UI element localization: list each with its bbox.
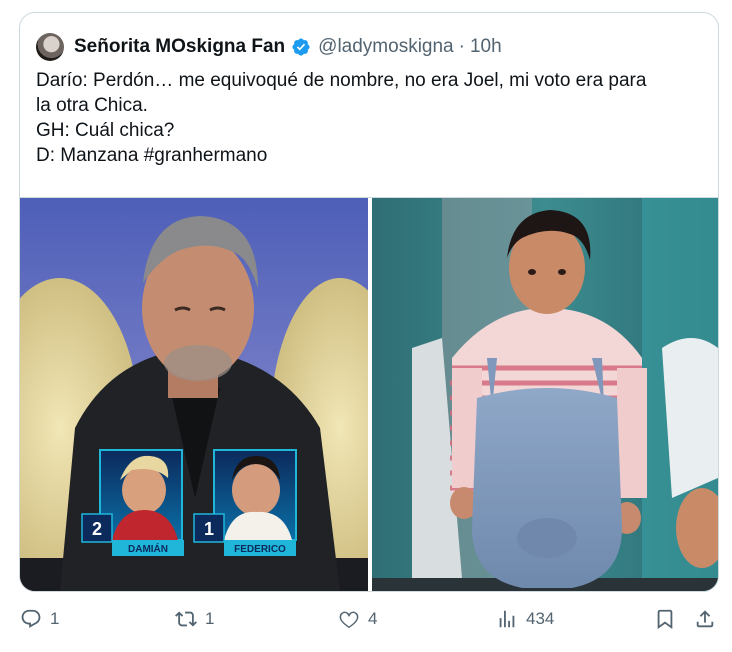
author-handle[interactable]: @ladymoskigna <box>318 36 453 58</box>
media-photo-left[interactable]: 2 DAMIÁN 1 FEDERICO <box>20 198 368 591</box>
like-count: 4 <box>368 609 378 628</box>
nominee-votes: 2 <box>92 519 102 539</box>
like-button[interactable]: 4 <box>338 606 377 632</box>
tweet-text-line: GH: Cuál chica? <box>36 120 175 141</box>
nominee-name: DAMIÁN <box>128 542 168 555</box>
tweet-text-line: D: Manzana #granhermano <box>36 145 268 166</box>
tweet-text: Darío: Perdón… me equivoqué de nombre, n… <box>36 68 706 168</box>
tweet-text-line: la otra Chica. <box>36 95 148 116</box>
share-button[interactable] <box>694 606 724 632</box>
reply-count: 1 <box>50 609 60 628</box>
media-photo-right[interactable] <box>372 198 718 591</box>
tweet-time[interactable]: 10h <box>470 36 502 58</box>
bookmark-button[interactable] <box>654 606 684 632</box>
tweet-media: 2 DAMIÁN 1 FEDERICO <box>20 197 718 591</box>
repost-icon <box>175 611 197 627</box>
repost-button[interactable]: 1 <box>175 606 214 632</box>
nominee-votes: 1 <box>204 519 214 539</box>
author-avatar[interactable] <box>36 33 64 61</box>
views-count: 434 <box>526 609 555 628</box>
tweet-card[interactable]: Señorita MOskigna Fan @ladymoskigna · 10… <box>19 12 719 592</box>
reply-icon <box>21 609 41 628</box>
tweet-actions: 1 1 4 434 <box>0 596 732 644</box>
reply-button[interactable]: 1 <box>20 606 59 632</box>
tweet-header: Señorita MOskigna Fan @ladymoskigna · 10… <box>36 33 502 61</box>
bookmark-icon <box>657 609 673 630</box>
like-icon <box>339 611 359 629</box>
verified-badge-icon <box>292 38 310 56</box>
tweet-text-line: Darío: Perdón… me equivoqué de nombre, n… <box>36 70 647 91</box>
header-separator: · <box>458 36 465 57</box>
share-icon <box>696 610 714 628</box>
author-name[interactable]: Señorita MOskigna Fan <box>74 36 285 58</box>
views-button[interactable]: 434 <box>496 606 554 632</box>
views-icon <box>499 610 515 628</box>
repost-count: 1 <box>205 609 215 628</box>
nominee-name: FEDERICO <box>234 544 286 555</box>
